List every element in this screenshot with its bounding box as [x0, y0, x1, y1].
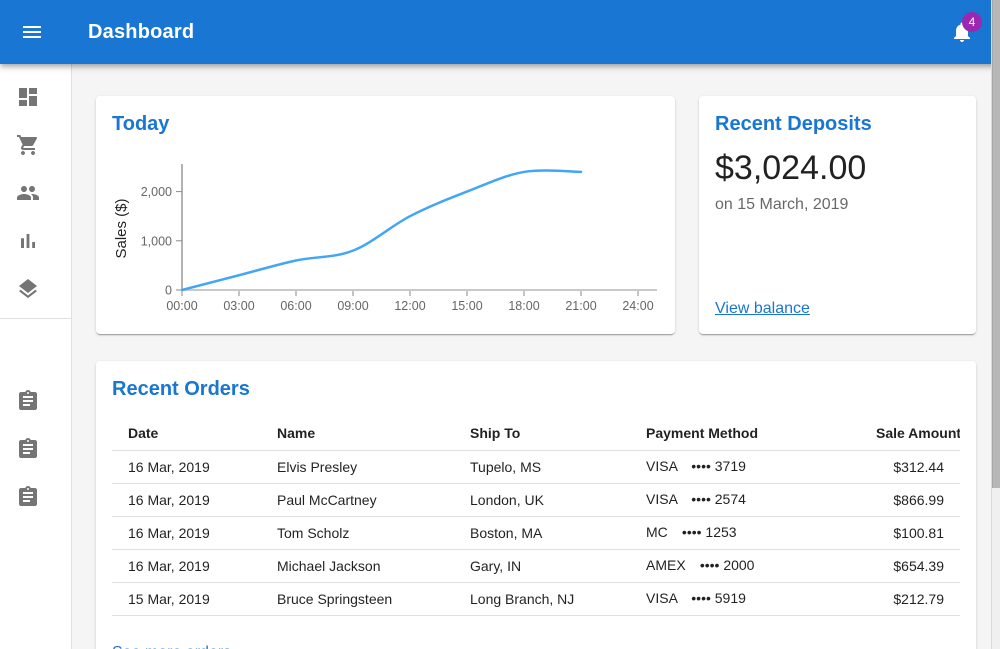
- table-row: 16 Mar, 2019Paul McCartneyLondon, UKVISA…: [112, 483, 960, 516]
- sidebar-item-saved-0-assignment[interactable]: [0, 377, 71, 425]
- svg-text:1,000: 1,000: [141, 234, 172, 248]
- deposit-amount: $3,024.00: [715, 148, 960, 188]
- dashboard-icon: [16, 85, 40, 109]
- today-title: Today: [112, 112, 659, 136]
- svg-text:09:00: 09:00: [337, 299, 368, 312]
- svg-text:2,000: 2,000: [141, 185, 172, 199]
- table-row: 15 Mar, 2019Bruce SpringsteenLong Branch…: [112, 582, 960, 615]
- orders-table: DateNameShip ToPayment MethodSale Amount…: [112, 417, 960, 616]
- today-card: Today 0 1,000 2,000 00:00 03:00 06:00 09:00 12:…: [96, 96, 675, 334]
- table-cell: 16 Mar, 2019: [112, 516, 261, 549]
- table-cell: Gary, IN: [454, 549, 630, 582]
- table-cell: London, UK: [454, 483, 630, 516]
- table-cell: Michael Jackson: [261, 549, 454, 582]
- menu-icon: [20, 20, 44, 44]
- column-header: Payment Method: [630, 417, 860, 450]
- svg-text:21:00: 21:00: [565, 299, 596, 312]
- deposit-date: on 15 March, 2019: [715, 194, 960, 216]
- table-row: 16 Mar, 2019Michael JacksonGary, INAMEX …: [112, 549, 960, 582]
- svg-text:00:00: 00:00: [166, 299, 197, 312]
- assignment-icon: [16, 485, 40, 509]
- svg-text:15:00: 15:00: [451, 299, 482, 312]
- svg-text:0: 0: [165, 284, 172, 298]
- sidebar-secondary-list: [0, 377, 71, 521]
- table-cell: 16 Mar, 2019: [112, 483, 261, 516]
- sidebar-item-saved-1-assignment[interactable]: [0, 425, 71, 473]
- deposits-card: Recent Deposits $3,024.00 on 15 March, 2…: [699, 96, 976, 334]
- scrollbar-thumb[interactable]: [992, 0, 1000, 488]
- table-row: 16 Mar, 2019Tom ScholzBoston, MAMC ⠀••••…: [112, 516, 960, 549]
- app-bar: Dashboard 4: [0, 0, 1000, 64]
- table-cell: 16 Mar, 2019: [112, 549, 261, 582]
- sidebar-item-saved-2-assignment[interactable]: [0, 473, 71, 521]
- table-cell: Boston, MA: [454, 516, 630, 549]
- scrollbar[interactable]: [991, 0, 1000, 649]
- svg-text:Sales ($): Sales ($): [113, 198, 130, 258]
- column-header: Date: [112, 417, 261, 450]
- orders-title: Recent Orders: [112, 377, 960, 401]
- table-cell: VISA ⠀•••• 3719: [630, 450, 860, 483]
- bar-chart-icon: [16, 229, 40, 253]
- sidebar-item-main-2-people[interactable]: [0, 169, 71, 217]
- table-cell: Bruce Springsteen: [261, 582, 454, 615]
- table-cell: VISA ⠀•••• 2574: [630, 483, 860, 516]
- table-cell: Elvis Presley: [261, 450, 454, 483]
- notifications-button[interactable]: 4: [938, 8, 986, 56]
- sidebar-divider: [0, 318, 71, 319]
- view-balance-link[interactable]: View balance: [715, 300, 810, 318]
- table-cell: Tupelo, MS: [454, 450, 630, 483]
- svg-text:06:00: 06:00: [280, 299, 311, 312]
- sidebar-item-main-4-layers[interactable]: [0, 265, 71, 313]
- table-cell: $654.39: [860, 549, 960, 582]
- column-header: Ship To: [454, 417, 630, 450]
- menu-button[interactable]: [8, 8, 56, 56]
- people-icon: [16, 181, 40, 205]
- svg-text:24:00: 24:00: [622, 299, 653, 312]
- table-cell: 15 Mar, 2019: [112, 582, 261, 615]
- sales-chart: 0 1,000 2,000 00:00 03:00 06:00 09:00 12:00 15:0…: [112, 152, 659, 312]
- assignment-icon: [16, 389, 40, 413]
- orders-card: Recent Orders DateNameShip ToPayment Met…: [96, 361, 976, 649]
- sidebar-item-main-0-dashboard[interactable]: [0, 73, 71, 121]
- see-more-orders-link[interactable]: See more orders: [112, 644, 231, 649]
- sidebar: [0, 0, 72, 649]
- layers-icon: [16, 277, 40, 301]
- svg-text:03:00: 03:00: [223, 299, 254, 312]
- table-cell: $312.44: [860, 450, 960, 483]
- sidebar-main-list: [0, 73, 71, 313]
- table-cell: $100.81: [860, 516, 960, 549]
- svg-text:18:00: 18:00: [508, 299, 539, 312]
- table-cell: Tom Scholz: [261, 516, 454, 549]
- table-cell: VISA ⠀•••• 5919: [630, 582, 860, 615]
- notification-badge: 4: [962, 12, 982, 32]
- column-header: Sale Amount: [860, 417, 960, 450]
- table-cell: AMEX ⠀•••• 2000: [630, 549, 860, 582]
- sidebar-item-main-1-shopping-cart[interactable]: [0, 121, 71, 169]
- column-header: Name: [261, 417, 454, 450]
- sidebar-item-main-3-bar-chart[interactable]: [0, 217, 71, 265]
- page-title: Dashboard: [88, 21, 938, 44]
- table-cell: $212.79: [860, 582, 960, 615]
- orders-table-header-row: DateNameShip ToPayment MethodSale Amount: [112, 417, 960, 450]
- table-cell: Paul McCartney: [261, 483, 454, 516]
- table-cell: 16 Mar, 2019: [112, 450, 261, 483]
- shopping-cart-icon: [16, 133, 40, 157]
- assignment-icon: [16, 437, 40, 461]
- deposits-title: Recent Deposits: [715, 112, 960, 136]
- table-cell: $866.99: [860, 483, 960, 516]
- table-cell: Long Branch, NJ: [454, 582, 630, 615]
- table-cell: MC ⠀•••• 1253: [630, 516, 860, 549]
- table-row: 16 Mar, 2019Elvis PresleyTupelo, MSVISA …: [112, 450, 960, 483]
- svg-text:12:00: 12:00: [394, 299, 425, 312]
